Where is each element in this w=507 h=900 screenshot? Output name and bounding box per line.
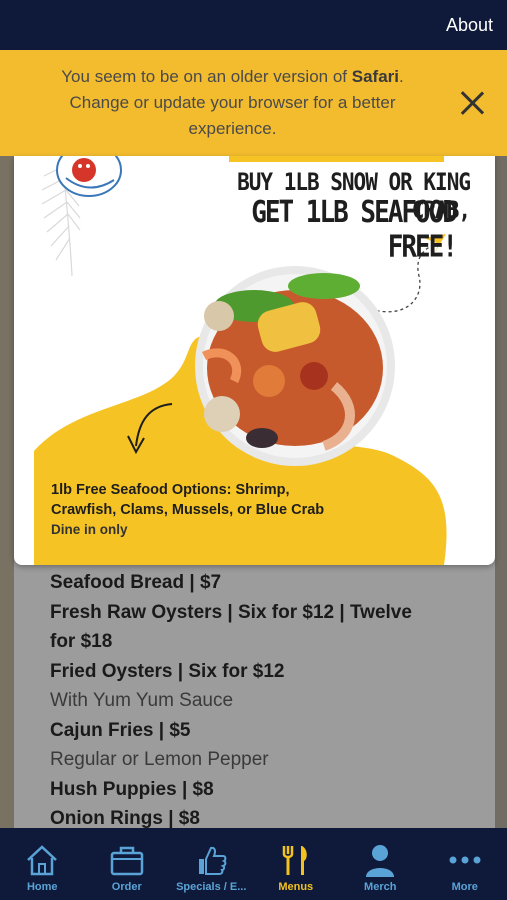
nav-item-specials[interactable]: Specials / E... [169,828,254,900]
nav-item-menus[interactable]: Menus [254,828,339,900]
nav-item-merch[interactable]: Merch [338,828,423,900]
menu-item-description: Regular or Lemon Pepper [50,749,269,770]
menu-item: Cajun Fries | $5 [50,719,191,741]
menu-item-description: With Yum Yum Sauce [50,690,234,711]
nav-label: Specials / E... [176,881,247,893]
nav-label: Merch [364,881,397,893]
promo-card[interactable]: BUY 1LB SNOW OR KING CRAB, GET 1LB SEAFO… [14,156,495,565]
more-icon [449,856,481,864]
fork-knife-icon [282,846,307,875]
about-link[interactable]: About [446,15,493,36]
bag-icon [110,846,143,876]
banner-line1: You seem to be on an older version of [61,67,352,86]
menu-item: Seafood Bread | $7 [50,572,222,593]
banner-browser-name: Safari [351,67,399,86]
person-icon [366,845,395,877]
promo-options: 1lb Free Seafood Options: Shrimp, Crawfi… [51,482,325,518]
menu-item: Fresh Raw Oysters | Six for $12 | Twelve [50,601,412,623]
nav-label: Menus [278,881,314,893]
nav-label: Home [26,881,58,893]
thumbs-up-icon [199,846,227,875]
banner-line3: experience. [188,119,277,138]
browser-warning-banner: You seem to be on an older version of Sa… [0,50,507,156]
seafood-plate-image [195,266,395,466]
menu-item: for $18 [50,631,113,652]
nav-label: More [451,881,478,893]
home-icon [27,845,58,876]
nav-label: Order [111,881,142,893]
banner-line2: Change or update your browser for a bett… [69,93,396,112]
menu-list: Seafood Bread | $7 Fresh Raw Oysters | S… [50,568,470,834]
top-bar: About [0,0,507,50]
nav-item-more[interactable]: More [423,828,507,900]
nav-item-home[interactable]: Home [0,828,85,900]
menu-item: Fried Oysters | Six for $12 [50,660,285,682]
promo-dine-in-note: Dine in only [51,522,128,537]
nav-item-order[interactable]: Order [85,828,170,900]
bottom-nav: Home Order Specials / E... Menus Merch M… [0,828,507,900]
menu-item: Hush Puppies | $8 [50,778,214,800]
banner-message: You seem to be on an older version of Sa… [30,64,435,142]
close-icon[interactable] [457,88,487,118]
promo-subheadline: GET 1LB SEAFOOD FREE! [251,195,458,265]
